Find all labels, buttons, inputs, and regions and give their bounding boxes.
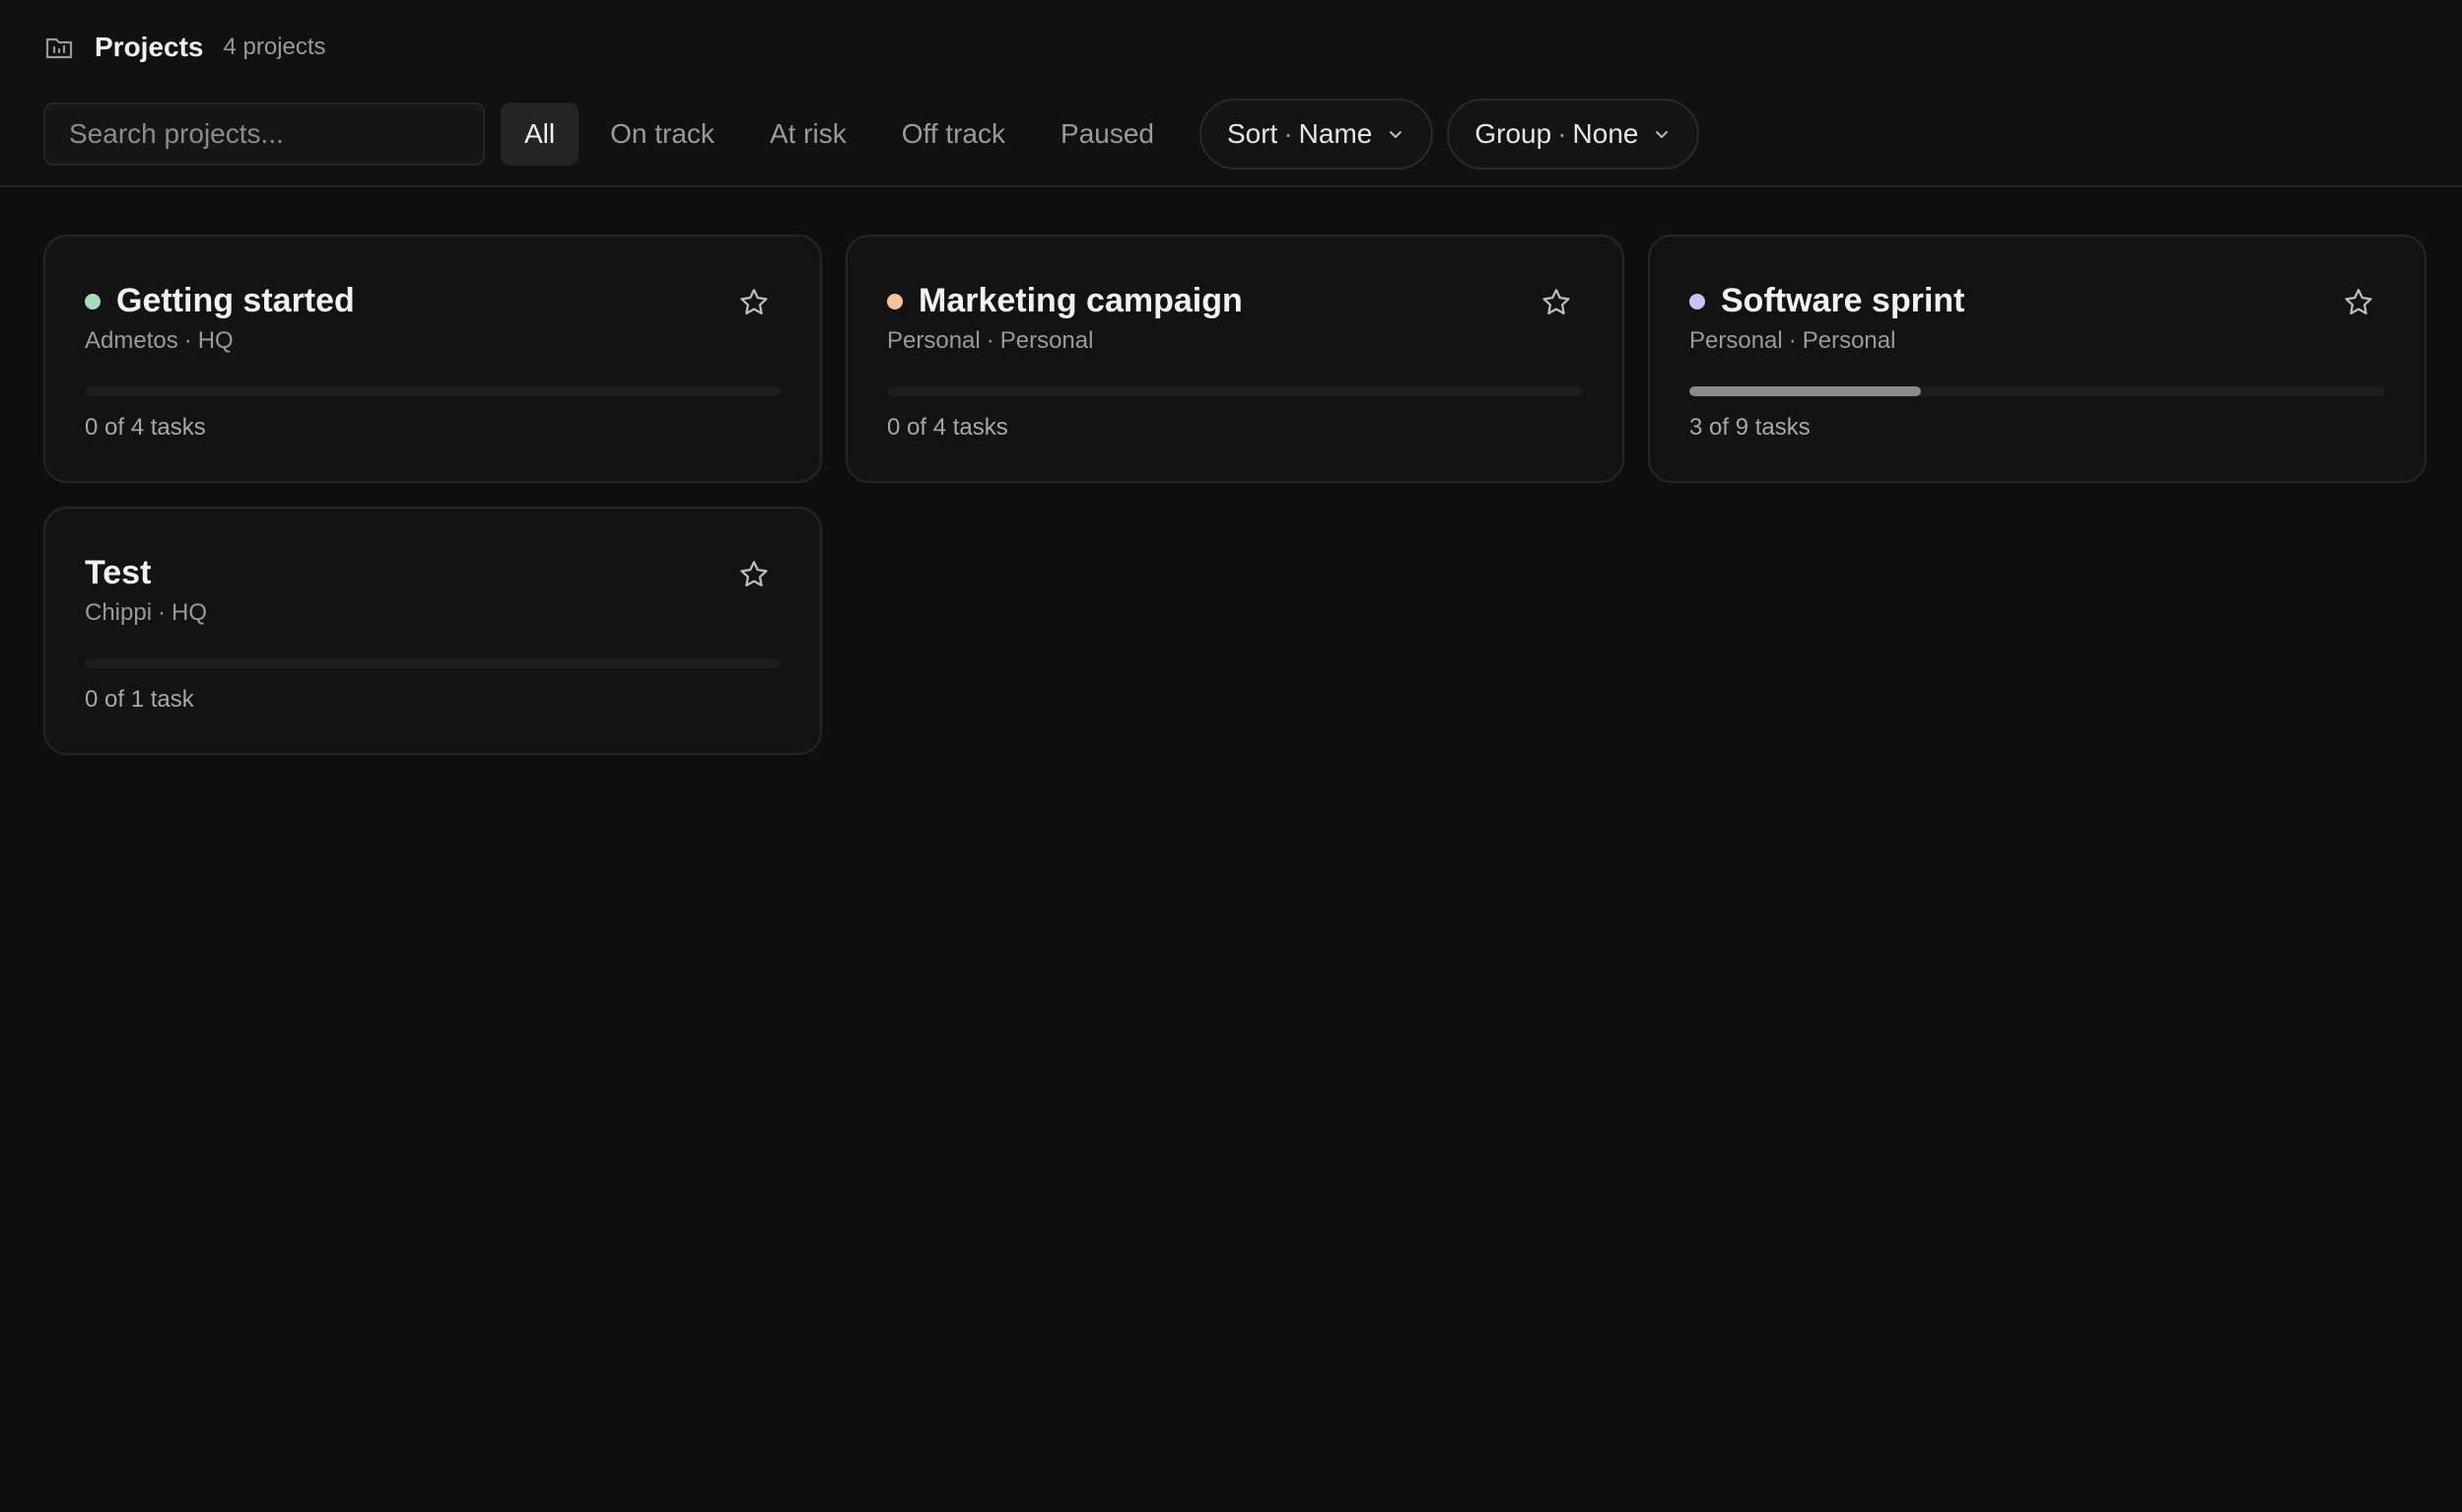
project-owner: Chippi xyxy=(85,599,153,626)
meta-separator: · xyxy=(183,327,192,354)
meta-separator: · xyxy=(158,599,167,626)
group-separator: · xyxy=(1557,118,1567,149)
project-card[interactable]: Getting started Admetos · HQ 0 of 4 task… xyxy=(43,235,822,483)
group-dropdown[interactable]: Group · None xyxy=(1447,99,1700,170)
project-name: Getting started xyxy=(116,282,355,319)
project-meta: Personal · Personal xyxy=(1689,327,1895,355)
sort-value: Name xyxy=(1298,118,1373,149)
project-name: Marketing campaign xyxy=(919,282,1243,319)
star-icon[interactable] xyxy=(737,558,771,591)
filter-paused[interactable]: Paused xyxy=(1037,103,1178,166)
star-icon[interactable] xyxy=(2342,286,2375,319)
filter-all[interactable]: All xyxy=(501,103,580,166)
meta-separator: · xyxy=(1788,327,1797,354)
project-name-row: Getting started xyxy=(85,282,355,320)
group-value: None xyxy=(1572,118,1639,149)
project-card[interactable]: Marketing campaign Personal · Personal 0… xyxy=(846,235,1624,483)
filter-off-track[interactable]: Off track xyxy=(878,103,1029,166)
status-dot xyxy=(85,293,101,309)
sort-dropdown[interactable]: Sort · Name xyxy=(1198,99,1434,170)
group-label: Group xyxy=(1474,118,1552,149)
meta-separator: · xyxy=(986,327,994,354)
task-count: 0 of 4 tasks xyxy=(887,414,1008,441)
project-name-row: Test xyxy=(85,554,151,592)
status-dot xyxy=(1689,293,1705,309)
project-owner: Personal xyxy=(1689,327,1783,354)
project-meta: Chippi · HQ xyxy=(85,599,207,627)
task-count: 0 of 1 task xyxy=(85,686,194,713)
progress-bar xyxy=(887,386,1583,396)
project-meta: Admetos · HQ xyxy=(85,327,234,355)
project-meta: Personal · Personal xyxy=(887,327,1093,355)
sort-separator: · xyxy=(1283,118,1293,149)
sort-label: Sort xyxy=(1226,118,1278,149)
project-owner: Admetos xyxy=(85,327,178,354)
progress-bar xyxy=(85,386,781,396)
progress-fill xyxy=(1689,386,1922,396)
project-team: Personal xyxy=(999,327,1094,354)
star-icon[interactable] xyxy=(737,286,771,319)
search-input[interactable] xyxy=(43,103,485,166)
title-row: Projects 4 projects xyxy=(43,28,326,67)
star-icon[interactable] xyxy=(1539,286,1573,319)
page-header: Projects 4 projects All On track At risk… xyxy=(0,0,2462,187)
folder-icon xyxy=(45,37,73,59)
filter-at-risk[interactable]: At risk xyxy=(746,103,870,166)
chevron-down-icon xyxy=(1390,131,1402,138)
progress-bar xyxy=(1689,386,2385,396)
project-team: HQ xyxy=(171,599,208,626)
filter-on-track[interactable]: On track xyxy=(586,103,738,166)
project-name-row: Marketing campaign xyxy=(887,282,1243,320)
project-name-row: Software sprint xyxy=(1689,282,1964,320)
project-card[interactable]: Test Chippi · HQ 0 of 1 task xyxy=(43,507,822,755)
page-title: Projects xyxy=(95,32,204,62)
project-name: Test xyxy=(85,554,152,591)
status-filters: All On track At risk Off track Paused xyxy=(501,103,1186,166)
project-team: HQ xyxy=(197,327,234,354)
project-grid: Getting started Admetos · HQ 0 of 4 task… xyxy=(43,235,2427,755)
status-dot xyxy=(887,293,903,309)
project-count: 4 projects xyxy=(223,34,326,60)
task-count: 3 of 9 tasks xyxy=(1689,414,1811,441)
project-name: Software sprint xyxy=(1721,282,1965,319)
chevron-down-icon xyxy=(1656,131,1669,138)
toolbar: All On track At risk Off track Paused So… xyxy=(43,99,1700,170)
task-count: 0 of 4 tasks xyxy=(85,414,206,441)
project-owner: Personal xyxy=(887,327,981,354)
project-team: Personal xyxy=(1802,327,1896,354)
project-card[interactable]: Software sprint Personal · Personal 3 of… xyxy=(1648,235,2427,483)
progress-bar xyxy=(85,658,781,668)
